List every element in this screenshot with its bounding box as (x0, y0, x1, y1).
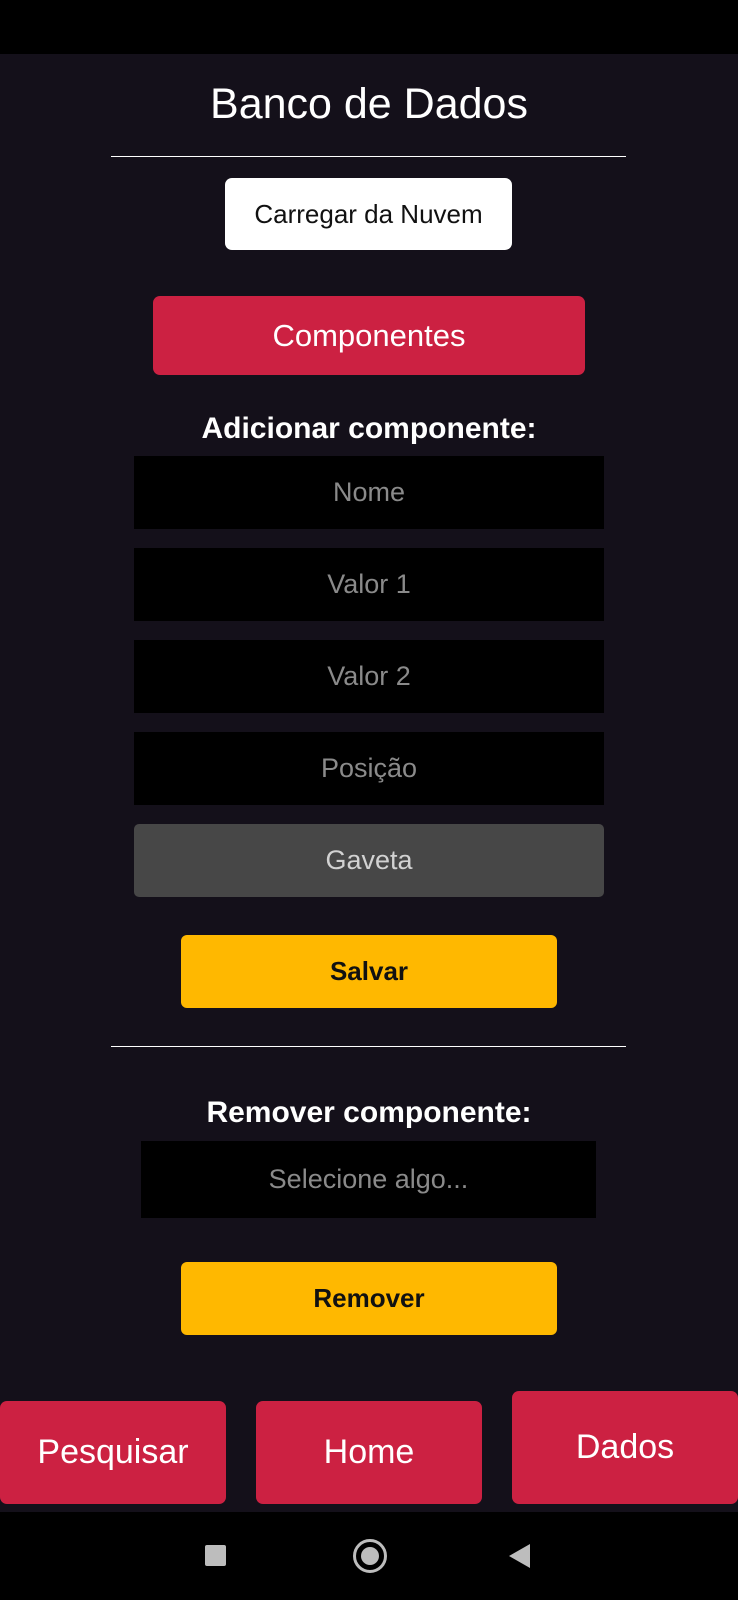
recents-square-icon[interactable] (205, 1545, 226, 1566)
save-button[interactable]: Salvar (181, 935, 557, 1008)
divider-middle (111, 1046, 626, 1047)
nav-search-button[interactable]: Pesquisar (0, 1401, 226, 1504)
add-component-heading: Adicionar componente: (201, 412, 537, 445)
name-input[interactable]: Nome (134, 456, 604, 529)
value2-input[interactable]: Valor 2 (134, 640, 604, 713)
back-triangle-icon[interactable] (509, 1544, 530, 1568)
divider-top (111, 156, 626, 157)
components-button[interactable]: Componentes (153, 296, 585, 375)
status-bar (0, 0, 738, 54)
remove-component-heading: Remover componente: (206, 1096, 532, 1129)
home-circle-icon[interactable] (353, 1539, 387, 1573)
position-input[interactable]: Posição (134, 732, 604, 805)
drawer-button[interactable]: Gaveta (134, 824, 604, 897)
page-title: Banco de Dados (210, 80, 528, 128)
nav-data-button[interactable]: Dados (512, 1391, 738, 1504)
load-cloud-button[interactable]: Carregar da Nuvem (225, 178, 512, 250)
value1-input[interactable]: Valor 1 (134, 548, 604, 621)
remove-button[interactable]: Remover (181, 1262, 557, 1335)
nav-home-button[interactable]: Home (256, 1401, 482, 1504)
component-select[interactable]: Selecione algo... (141, 1141, 596, 1218)
